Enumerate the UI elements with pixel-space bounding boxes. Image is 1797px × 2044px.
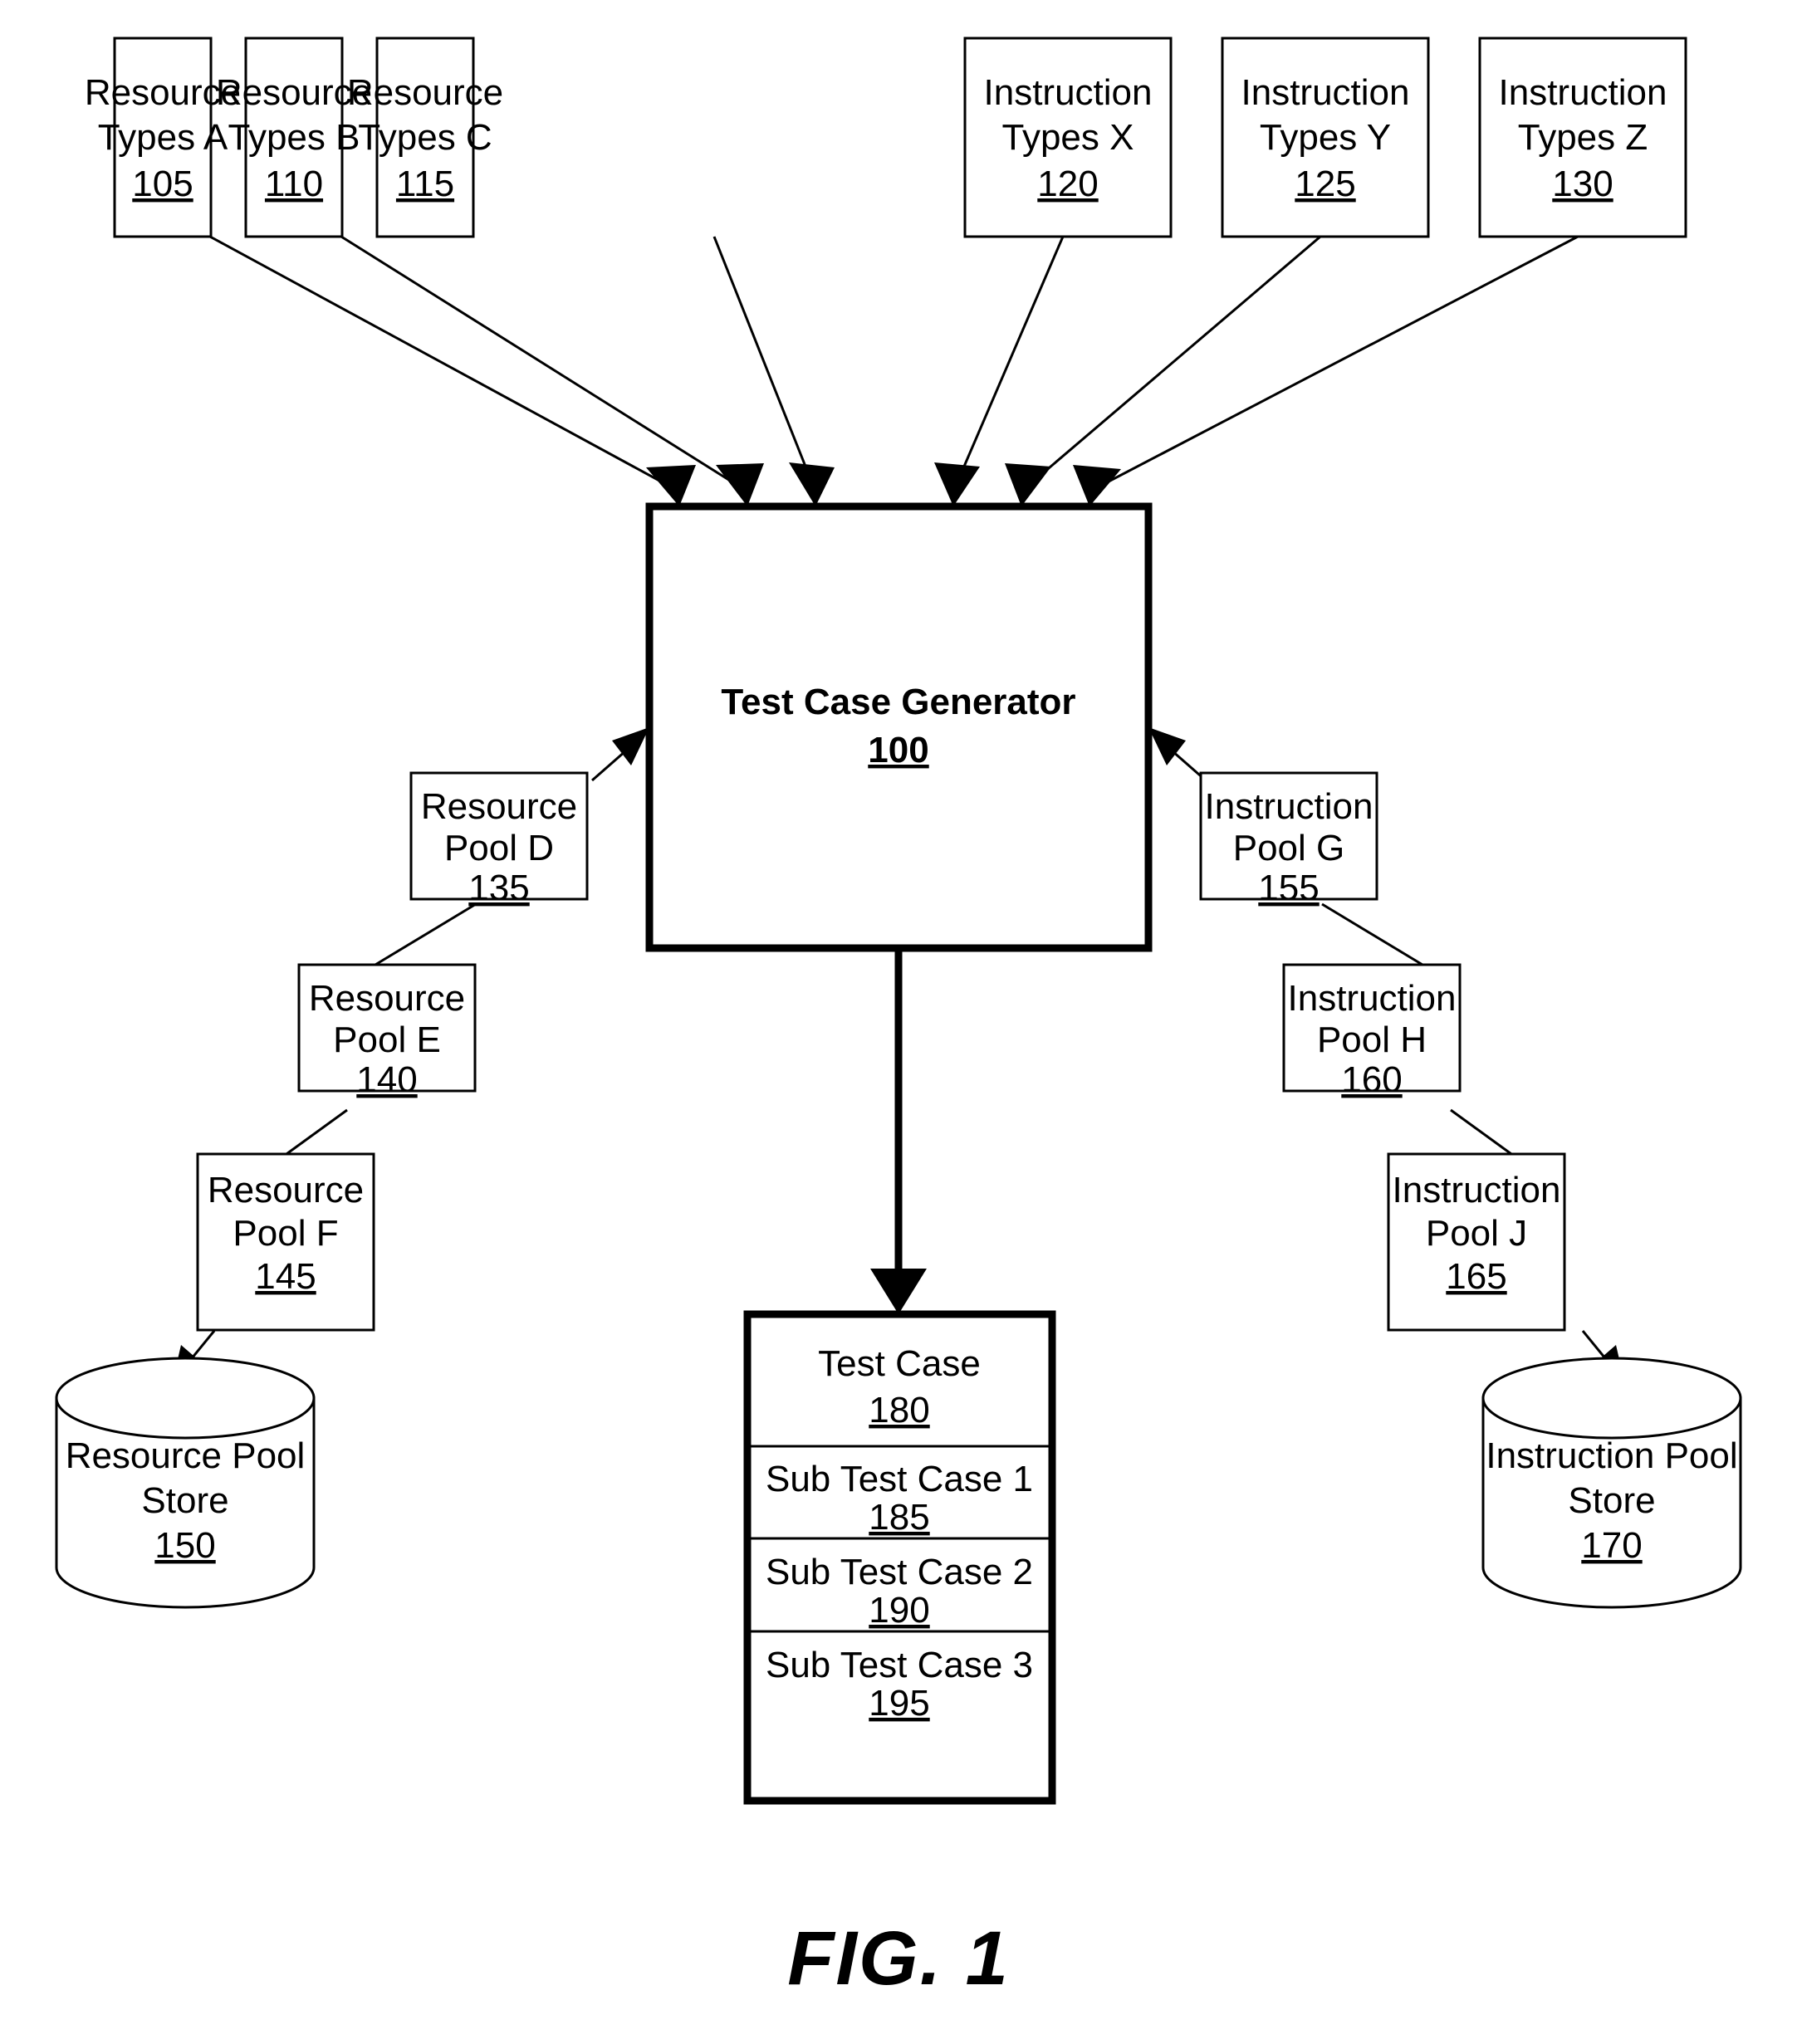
node-ref: 110	[265, 164, 323, 204]
node-label-line2: Pool G	[1233, 828, 1345, 868]
arrowhead-types-z	[1073, 465, 1121, 506]
node-instruction-pool-store[interactable]: Instruction Pool Store 170	[1481, 1357, 1742, 1609]
node-resource-types-a[interactable]: Resource Types A 105	[85, 37, 241, 238]
generator-to-test-case-connector	[870, 948, 927, 1314]
cylinder-top-ellipse	[1481, 1357, 1742, 1440]
node-label-line1: Instruction	[1499, 72, 1667, 113]
node-label-line2: Pool E	[333, 1020, 441, 1060]
test-case-label: Test Case	[818, 1343, 981, 1384]
node-label-line1: Instruction	[1241, 72, 1410, 113]
subcase-ref: 185	[869, 1497, 929, 1538]
arrowhead-pool-d	[612, 727, 649, 765]
node-label-line1: Resource	[347, 72, 503, 113]
node-ref: 125	[1295, 164, 1355, 204]
node-ref: 120	[1037, 164, 1098, 204]
generator-box	[645, 502, 1153, 952]
node-label-line1: Instruction	[984, 72, 1153, 113]
arrowhead-types-b	[716, 463, 764, 506]
connector-types-y	[1021, 235, 1321, 493]
node-label-line1: Instruction	[1205, 786, 1373, 827]
node-label-line2: Types A	[98, 117, 228, 158]
generator-ref: 100	[868, 730, 928, 770]
node-instruction-pool-j[interactable]: Instruction Pool J 165	[1387, 1152, 1566, 1332]
node-label-line2: Types B	[228, 117, 360, 158]
store-ref: 150	[154, 1525, 215, 1566]
node-ref: 155	[1258, 868, 1319, 908]
arrowhead-pool-g	[1148, 727, 1186, 765]
subcase-ref: 190	[869, 1590, 929, 1631]
connector-types-x	[952, 236, 1065, 492]
arrowhead-types-x	[934, 462, 980, 506]
node-label-line2: Types Z	[1518, 117, 1648, 158]
node-label-line2: Pool H	[1317, 1020, 1427, 1060]
node-label-line1: Resource	[309, 978, 465, 1019]
node-resource-pool-f[interactable]: Resource Pool F 145	[196, 1152, 375, 1332]
connector-types-c	[712, 236, 817, 492]
node-resource-pool-e[interactable]: Resource Pool E 140	[297, 963, 477, 1100]
node-ref: 130	[1552, 164, 1613, 204]
node-label-line2: Pool D	[444, 828, 554, 868]
store-ref: 170	[1581, 1525, 1642, 1566]
connector-pool-e-to-pool-d	[375, 902, 477, 966]
node-resource-types-c[interactable]: Resource Types C 115	[347, 37, 503, 238]
connector-pool-f-to-pool-e	[286, 1108, 348, 1156]
node-ref: 145	[255, 1256, 316, 1297]
node-instruction-types-z[interactable]: Instruction Types Z 130	[1478, 37, 1687, 238]
figure-caption: FIG. 1	[787, 1916, 1010, 2001]
node-label-line1: Instruction	[1393, 1170, 1561, 1210]
node-label-line1: Instruction	[1288, 978, 1457, 1019]
arrowhead-types-c	[789, 462, 835, 506]
store-label-line1: Instruction Pool	[1486, 1435, 1737, 1476]
node-resource-types-b[interactable]: Resource Types B 110	[216, 37, 372, 238]
node-instruction-pool-g[interactable]: Instruction Pool G 155	[1199, 771, 1378, 908]
subcase-label: Sub Test Case 3	[766, 1645, 1033, 1685]
node-ref: 105	[132, 164, 193, 204]
arrowhead-types-y	[1005, 463, 1051, 506]
subcase-ref: 195	[869, 1683, 929, 1724]
subcase-label: Sub Test Case 2	[766, 1552, 1033, 1592]
node-label-line2: Types X	[1002, 117, 1134, 158]
test-case-ref: 180	[869, 1390, 929, 1430]
connector-types-b	[340, 235, 748, 493]
node-ref: 115	[396, 164, 454, 204]
node-label-line1: Resource	[421, 786, 577, 827]
store-label-line2: Store	[1568, 1480, 1655, 1521]
node-resource-pool-store[interactable]: Resource Pool Store 150	[55, 1357, 316, 1609]
node-label-line2: Pool F	[233, 1213, 338, 1254]
connector-pool-h-to-pool-g	[1321, 902, 1423, 966]
node-label-line2: Types Y	[1260, 117, 1391, 158]
patent-figure: Resource Types A 105 Resource Types B 11…	[0, 0, 1797, 2044]
node-ref: 165	[1446, 1256, 1506, 1297]
node-label-line2: Types C	[358, 117, 492, 158]
generator-label: Test Case Generator	[721, 682, 1075, 722]
node-test-case[interactable]: Test Case 180 Sub Test Case 1 185 Sub Te…	[743, 1310, 1056, 1805]
node-ref: 160	[1341, 1059, 1402, 1100]
store-label-line2: Store	[141, 1480, 228, 1521]
node-instruction-pool-h[interactable]: Instruction Pool H 160	[1282, 963, 1462, 1100]
connector-types-a	[209, 235, 680, 493]
subcase-label: Sub Test Case 1	[766, 1459, 1033, 1499]
connector-pool-j-to-pool-h	[1450, 1108, 1512, 1156]
arrowhead-test-case	[870, 1269, 927, 1314]
node-instruction-types-x[interactable]: Instruction Types X 120	[963, 37, 1173, 238]
diagram-canvas: Resource Types A 105 Resource Types B 11…	[55, 37, 1742, 2001]
node-label-line2: Pool J	[1426, 1213, 1527, 1254]
cylinder-top-ellipse	[55, 1357, 316, 1440]
store-label-line1: Resource Pool	[66, 1435, 306, 1476]
top-connectors	[209, 235, 1579, 506]
node-label-line1: Resource	[208, 1170, 364, 1210]
node-ref: 135	[468, 868, 529, 908]
arrowhead-types-a	[646, 465, 696, 506]
node-test-case-generator[interactable]: Test Case Generator 100	[645, 502, 1153, 952]
node-instruction-types-y[interactable]: Instruction Types Y 125	[1221, 37, 1430, 238]
node-ref: 140	[356, 1059, 417, 1100]
connector-types-z	[1089, 235, 1579, 493]
node-resource-pool-d[interactable]: Resource Pool D 135	[409, 771, 589, 908]
